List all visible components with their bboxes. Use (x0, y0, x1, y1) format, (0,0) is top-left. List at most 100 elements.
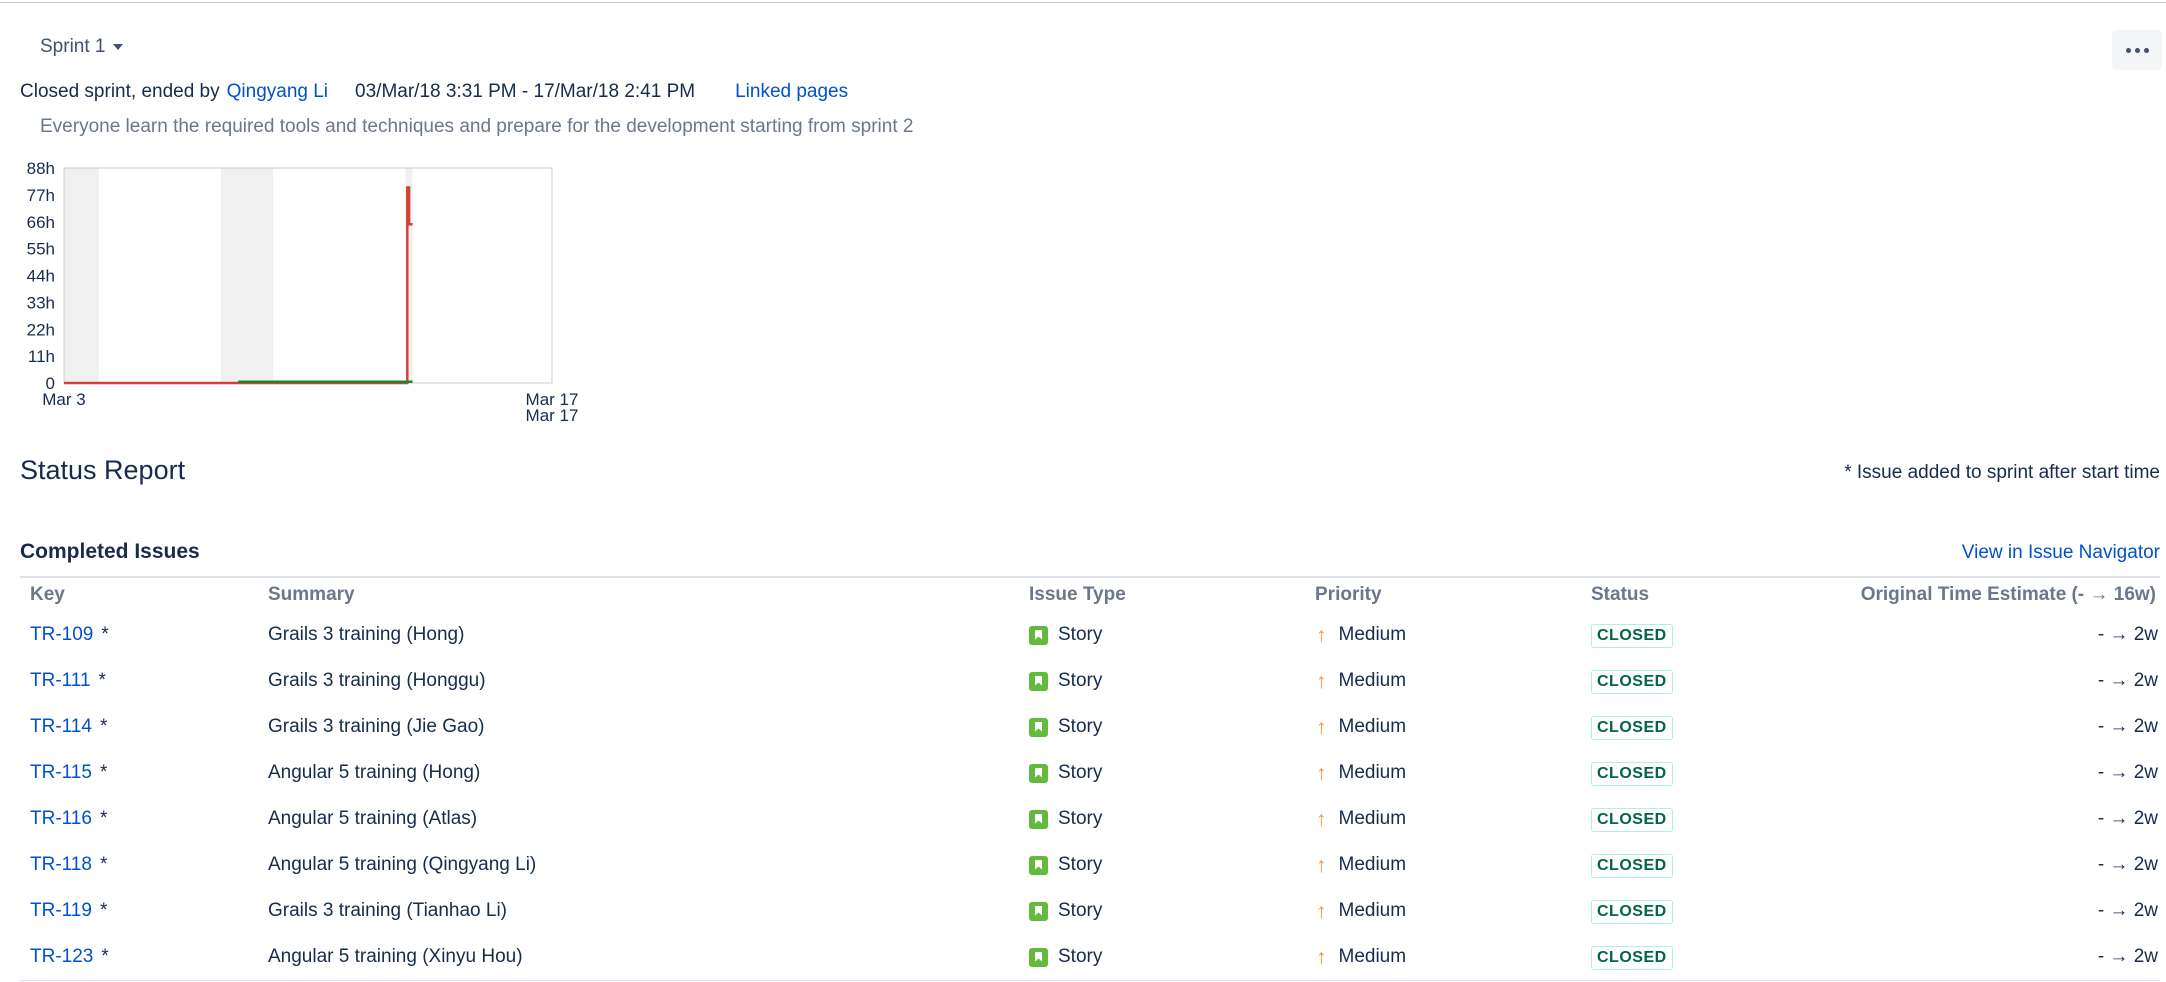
sprint-state: Closed sprint, ended by (20, 81, 220, 102)
y-tick-label: 55h (27, 240, 55, 259)
issue-type-label: Story (1058, 716, 1103, 737)
story-icon (1029, 947, 1048, 967)
more-actions-button[interactable] (2112, 30, 2162, 70)
non-working-band (220, 168, 274, 383)
arrow-up-icon: ↑ (1316, 945, 1327, 969)
issue-key-link[interactable]: TR-123 (30, 946, 93, 968)
issue-key-cell: TR-119 * (30, 900, 107, 922)
sprint-meta: Closed sprint, ended by Qingyang Li 03/M… (20, 81, 848, 103)
priority-cell: ↑ Medium (1316, 716, 1406, 738)
linked-pages-link[interactable]: Linked pages (735, 81, 848, 103)
added-marker: * (98, 670, 106, 691)
arrow-up-icon: ↑ (1316, 807, 1327, 831)
issue-key-link[interactable]: TR-114 (30, 716, 92, 738)
priority-label: Medium (1338, 716, 1407, 737)
issue-key-cell: TR-114 * (30, 716, 107, 738)
column-summary[interactable]: Summary (268, 584, 355, 606)
issue-key-link[interactable]: TR-111 (30, 670, 91, 692)
added-marker: * (99, 854, 108, 875)
arrow-up-icon: ↑ (1316, 715, 1327, 739)
issue-key-link[interactable]: TR-119 (30, 900, 92, 922)
priority-cell: ↑ Medium (1316, 670, 1406, 692)
column-issue-type[interactable]: Issue Type (1029, 584, 1126, 606)
status-report-title: Status Report (20, 455, 186, 485)
status-cell: CLOSED (1591, 624, 1673, 648)
priority-cell: ↑ Medium (1316, 854, 1406, 876)
story-icon (1029, 671, 1048, 691)
y-tick-label: 77h (27, 186, 55, 205)
added-marker: * (99, 900, 108, 921)
issue-key-link[interactable]: TR-118 (30, 854, 92, 876)
table-row: TR-119 * Grails 3 training (Tianhao Li) … (0, 896, 2166, 942)
issue-type-cell: Story (1029, 670, 1102, 692)
y-tick-label: 88h (27, 159, 55, 178)
issue-type-cell: Story (1029, 762, 1102, 784)
priority-label: Medium (1338, 808, 1407, 829)
sprint-selector[interactable]: Sprint 1 (40, 36, 124, 58)
issue-key-cell: TR-109 * (30, 624, 109, 646)
story-icon (1029, 901, 1048, 921)
issue-key-link[interactable]: TR-116 (30, 808, 92, 830)
priority-label: Medium (1338, 624, 1407, 645)
issue-key-link[interactable]: TR-115 (30, 762, 92, 784)
column-original-estimate[interactable]: Original Time Estimate (- → 16w) (1861, 584, 2156, 606)
status-badge: CLOSED (1591, 854, 1673, 878)
status-cell: CLOSED (1591, 854, 1673, 878)
x-tick-label: Mar 3 (42, 390, 85, 409)
status-badge: CLOSED (1591, 808, 1673, 832)
issue-summary: Grails 3 training (Honggu) (268, 670, 486, 691)
issue-type-cell: Story (1029, 716, 1102, 738)
priority-cell: ↑ Medium (1316, 762, 1406, 784)
view-in-issue-navigator-link[interactable]: View in Issue Navigator (1962, 542, 2160, 564)
issue-type-label: Story (1058, 808, 1103, 829)
column-key[interactable]: Key (30, 584, 65, 606)
issue-key-cell: TR-111 * (30, 670, 106, 692)
issue-key-cell: TR-116 * (30, 808, 107, 830)
issue-type-cell: Story (1029, 946, 1102, 968)
estimate-cell: - → 2w (2097, 854, 2158, 875)
estimate-cell: - → 2w (2097, 670, 2158, 691)
burndown-chart: 88h77h66h55h44h33h22h11h0Mar 3 Mar 17Mar … (27, 159, 579, 425)
status-cell: CLOSED (1591, 946, 1673, 970)
added-marker: * (99, 808, 108, 829)
issue-summary: Angular 5 training (Hong) (268, 762, 481, 783)
y-tick-label: 11h (28, 347, 55, 366)
issue-type-label: Story (1058, 900, 1103, 921)
issue-type-cell: Story (1029, 900, 1102, 922)
x-tick-label: Mar 17 (526, 406, 579, 425)
completed-issues-table: TR-109 * Grails 3 training (Hong) Story … (0, 620, 2166, 982)
priority-label: Medium (1338, 762, 1407, 783)
added-marker: * (99, 716, 108, 737)
priority-cell: ↑ Medium (1316, 624, 1406, 646)
status-cell: CLOSED (1591, 670, 1673, 694)
added-marker: * (101, 624, 109, 645)
plot-area (63, 167, 553, 384)
estimate-cell: - → 2w (2097, 900, 2158, 921)
story-icon (1029, 763, 1048, 783)
status-cell: CLOSED (1591, 808, 1673, 832)
ended-by-user-link[interactable]: Qingyang Li (227, 81, 328, 103)
issue-type-cell: Story (1029, 854, 1102, 876)
story-icon (1029, 717, 1048, 737)
table-row: TR-123 * Angular 5 training (Xinyu Hou) … (0, 942, 2166, 982)
table-header: Key Summary Issue Type Priority Status O… (0, 584, 2166, 608)
priority-cell: ↑ Medium (1316, 900, 1406, 922)
issue-type-label: Story (1058, 624, 1103, 645)
column-priority[interactable]: Priority (1315, 584, 1382, 606)
status-badge: CLOSED (1591, 946, 1673, 970)
issue-key-cell: TR-123 * (30, 946, 109, 968)
ellipsis-icon (2125, 47, 2131, 53)
arrow-up-icon: ↑ (1316, 623, 1327, 647)
status-cell: CLOSED (1591, 762, 1673, 786)
y-tick-label: 66h (27, 213, 55, 232)
issue-key-link[interactable]: TR-109 (30, 624, 93, 646)
table-row: TR-118 * Angular 5 training (Qingyang Li… (0, 850, 2166, 896)
column-status[interactable]: Status (1591, 584, 1649, 606)
issue-key-cell: TR-118 * (30, 854, 107, 876)
issue-type-label: Story (1058, 946, 1103, 967)
y-tick-label: 33h (27, 293, 55, 312)
issue-type-label: Story (1058, 670, 1103, 691)
issue-summary: Grails 3 training (Hong) (268, 624, 465, 645)
issue-type-label: Story (1058, 762, 1103, 783)
issue-type-label: Story (1058, 854, 1103, 875)
